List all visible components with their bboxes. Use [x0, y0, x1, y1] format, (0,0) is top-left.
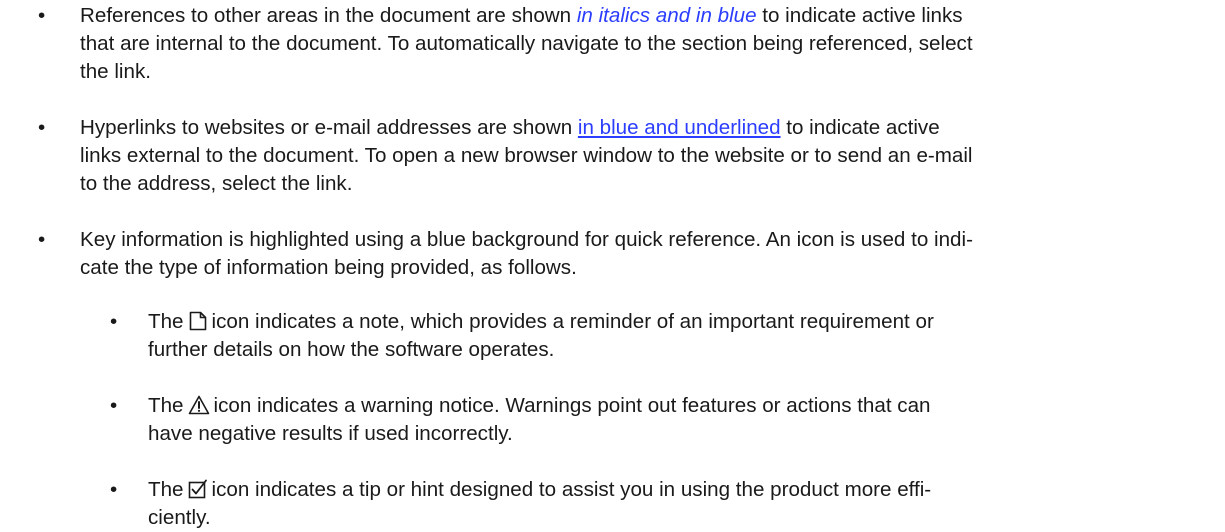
note-icon	[188, 311, 208, 331]
text-line: the link.	[80, 60, 151, 83]
text-line: to the address, select the link.	[80, 172, 353, 195]
bullet: •	[38, 116, 46, 139]
text-line: further details on how the software oper…	[148, 338, 555, 361]
list-item-text: The icon indicates a warning notice. Warn…	[148, 392, 931, 448]
list-item-text: Hyperlinks to websites or e-mail address…	[80, 114, 973, 198]
text-line: that are internal to the document. To au…	[80, 32, 973, 55]
text-segment: References to other areas in the documen…	[80, 4, 577, 27]
text-segment: The	[148, 394, 184, 417]
text-segment: The	[148, 478, 184, 501]
list-item-text: The icon indicates a note, which provides…	[148, 308, 934, 364]
external-link-example[interactable]: in blue and underlined	[578, 116, 781, 139]
warning-icon	[188, 395, 210, 415]
text-line: links external to the document. To open …	[80, 144, 973, 167]
text-line: Key information is highlighted using a b…	[80, 228, 973, 251]
text-segment: to indicate active links	[756, 4, 963, 27]
bullet: •	[110, 310, 118, 333]
text-segment: icon indicates a warning notice. Warning…	[213, 394, 931, 417]
bullet: •	[38, 228, 46, 251]
text-segment: Hyperlinks to websites or e-mail address…	[80, 116, 578, 139]
text-line: cate the type of information being provi…	[80, 256, 577, 279]
text-line: have negative results if used incorrectl…	[148, 422, 513, 445]
list-item-text: The icon indicates a tip or hint designed…	[148, 476, 931, 532]
internal-link-example[interactable]: in italics and in blue	[577, 4, 757, 27]
tip-icon	[188, 479, 208, 499]
list-item-text: References to other areas in the documen…	[80, 2, 973, 86]
bullet: •	[38, 4, 46, 27]
text-segment: The	[148, 310, 184, 333]
document-page: • References to other areas in the docum…	[0, 0, 1225, 531]
bullet: •	[110, 394, 118, 417]
text-line: ciently.	[148, 506, 211, 529]
text-segment: icon indicates a note, which provides a …	[211, 310, 934, 333]
list-item-text: Key information is highlighted using a b…	[80, 226, 973, 282]
text-segment: to indicate active	[780, 116, 940, 139]
text-segment: icon indicates a tip or hint designed to…	[211, 478, 932, 501]
bullet: •	[110, 478, 118, 501]
